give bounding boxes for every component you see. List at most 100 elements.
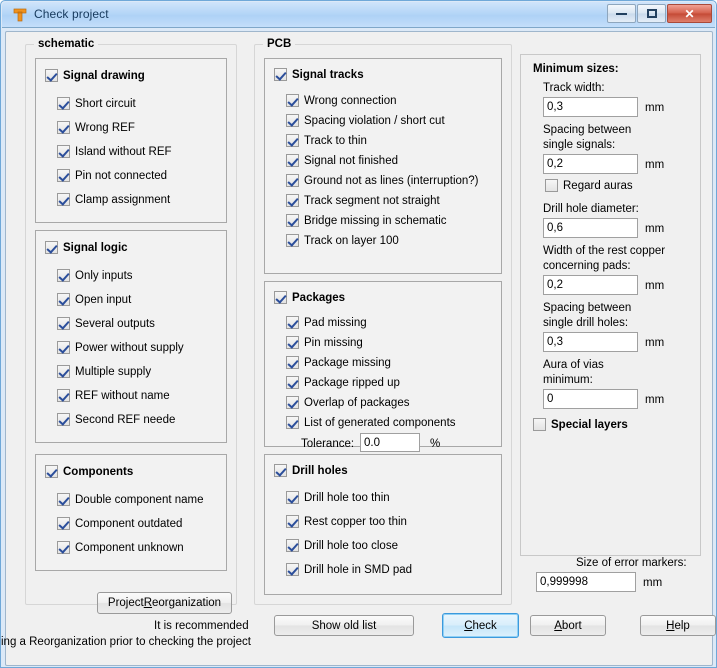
checkbox-bridge-missing-in-schematic[interactable]: Bridge missing in schematic (286, 214, 447, 227)
checkbox-icon (286, 316, 299, 329)
checkbox-spacing-violation[interactable]: Spacing violation / short cut (286, 114, 445, 127)
checkbox-only-inputs[interactable]: Only inputs (57, 269, 133, 282)
checkbox-track-to-thin[interactable]: Track to thin (286, 134, 367, 147)
rest-copper-width-input[interactable]: 0,2 (543, 275, 638, 295)
checkbox-overlap-of-packages[interactable]: Overlap of packages (286, 396, 409, 409)
track-width-unit: mm (645, 102, 665, 114)
maximize-button[interactable] (637, 4, 666, 23)
checkbox-icon (274, 291, 287, 304)
close-button[interactable]: ✕ (667, 4, 712, 23)
signal-drawing-panel: Signal drawing Short circuit Wrong REF I… (35, 58, 227, 223)
checkbox-multiple-supply[interactable]: Multiple supply (57, 365, 151, 378)
project-reorganization-button[interactable]: ProjectReorganization (97, 592, 232, 614)
drill-holes-panel: Drill holes Drill hole too thin Rest cop… (264, 454, 502, 595)
checkbox-label: Double component name (75, 493, 204, 506)
checkbox-packages[interactable]: Packages (274, 291, 345, 304)
check-button[interactable]: Check (442, 613, 519, 638)
tolerance-label: Tolerance: (301, 438, 355, 450)
checkbox-icon (286, 194, 299, 207)
checkbox-drill-hole-too-close[interactable]: Drill hole too close (286, 539, 398, 552)
checkbox-label: Components (63, 465, 134, 478)
checkbox-regard-auras[interactable]: Regard auras (545, 179, 633, 192)
checkbox-island-without-ref[interactable]: Island without REF (57, 145, 172, 158)
track-width-input[interactable]: 0,3 (543, 97, 638, 117)
help-button[interactable]: Help (640, 615, 716, 636)
checkbox-icon (57, 341, 70, 354)
checkbox-signal-drawing[interactable]: Signal drawing (45, 69, 145, 82)
checkbox-label: Ground not as lines (interruption?) (304, 174, 479, 187)
checkbox-short-circuit[interactable]: Short circuit (57, 97, 136, 110)
checkbox-icon (286, 234, 299, 247)
abort-button[interactable]: Abort (530, 615, 606, 636)
checkbox-signal-logic[interactable]: Signal logic (45, 241, 128, 254)
aura-of-vias-input[interactable]: 0 (543, 389, 638, 409)
rest-copper-width-label-line2: concerning pads: (543, 260, 631, 272)
dialog-client-area: schematic Signal drawing Short circuit W… (1, 31, 716, 666)
checkbox-component-unknown[interactable]: Component unknown (57, 541, 184, 554)
drill-hole-diameter-input[interactable]: 0,6 (543, 218, 638, 238)
project-reorganization-label: ProjectReorganization (107, 597, 222, 609)
aura-of-vias-label-line1: Aura of vias (543, 359, 604, 371)
error-marker-size-input[interactable]: 0,999998 (536, 572, 636, 592)
checkbox-icon (57, 121, 70, 134)
checkbox-open-input[interactable]: Open input (57, 293, 131, 306)
spacing-drill-holes-label-line2: single drill holes: (543, 317, 629, 329)
checkbox-icon (57, 413, 70, 426)
checkbox-list-of-generated-components[interactable]: List of generated components (286, 416, 456, 429)
spacing-signals-unit: mm (645, 159, 665, 171)
checkbox-package-ripped-up[interactable]: Package ripped up (286, 376, 400, 389)
maximize-icon (646, 9, 657, 18)
checkbox-signal-not-finished[interactable]: Signal not finished (286, 154, 398, 167)
spacing-signals-input[interactable]: 0,2 (543, 154, 638, 174)
schematic-group-title: schematic (34, 38, 99, 50)
minimize-button[interactable] (607, 4, 636, 23)
checkbox-icon (57, 317, 70, 330)
checkbox-pin-missing[interactable]: Pin missing (286, 336, 363, 349)
spacing-drill-holes-label-line1: Spacing between (543, 302, 632, 314)
checkbox-icon (286, 134, 299, 147)
aura-of-vias-label-line2: minimum: (543, 374, 593, 386)
checkbox-rest-copper-too-thin[interactable]: Rest copper too thin (286, 515, 407, 528)
checkbox-wrong-connection[interactable]: Wrong connection (286, 94, 396, 107)
checkbox-component-outdated[interactable]: Component outdated (57, 517, 182, 530)
checkbox-double-component-name[interactable]: Double component name (57, 493, 204, 506)
checkbox-label: Pin not connected (75, 169, 168, 182)
checkbox-components[interactable]: Components (45, 465, 133, 478)
checkbox-icon (286, 416, 299, 429)
checkbox-second-ref-neede[interactable]: Second REF neede (57, 413, 175, 426)
spacing-drill-holes-input[interactable]: 0,3 (543, 332, 638, 352)
checkbox-label: Wrong connection (304, 94, 397, 107)
checkbox-pin-not-connected[interactable]: Pin not connected (57, 169, 167, 182)
checkbox-label: Component unknown (75, 541, 184, 554)
checkbox-drill-hole-too-thin[interactable]: Drill hole too thin (286, 491, 390, 504)
checkbox-power-without-supply[interactable]: Power without supply (57, 341, 184, 354)
tolerance-unit: % (430, 438, 441, 450)
signal-logic-panel: Signal logic Only inputs Open input Seve… (35, 230, 227, 443)
checkbox-drill-hole-in-smd-pad[interactable]: Drill hole in SMD pad (286, 563, 412, 576)
checkbox-track-on-layer-100[interactable]: Track on layer 100 (286, 234, 399, 247)
checkbox-icon (286, 114, 299, 127)
checkbox-label: Several outputs (75, 317, 155, 330)
check-label: Check (464, 619, 497, 632)
checkbox-wrong-ref[interactable]: Wrong REF (57, 121, 135, 134)
checkbox-icon (286, 376, 299, 389)
checkbox-several-outputs[interactable]: Several outputs (57, 317, 155, 330)
spacing-drill-holes-unit: mm (645, 337, 665, 349)
checkbox-signal-tracks[interactable]: Signal tracks (274, 68, 364, 81)
checkbox-icon (286, 563, 299, 576)
checkbox-ref-without-name[interactable]: REF without name (57, 389, 170, 402)
checkbox-track-segment-not-straight[interactable]: Track segment not straight (286, 194, 440, 207)
checkbox-label: Bridge missing in schematic (304, 214, 447, 227)
checkbox-label: Drill hole too close (304, 539, 398, 552)
checkbox-label: Packages (292, 291, 346, 304)
checkbox-pad-missing[interactable]: Pad missing (286, 316, 367, 329)
tolerance-input[interactable]: 0.0 (360, 433, 420, 452)
checkbox-label: Pin missing (304, 336, 363, 349)
checkbox-package-missing[interactable]: Package missing (286, 356, 391, 369)
checkbox-ground-not-as-lines[interactable]: Ground not as lines (interruption?) (286, 174, 479, 187)
checkbox-label: Component outdated (75, 517, 183, 530)
show-old-list-button[interactable]: Show old list (274, 615, 414, 636)
checkbox-special-layers[interactable]: Special layers (533, 418, 628, 431)
checkbox-clamp-assignment[interactable]: Clamp assignment (57, 193, 170, 206)
checkbox-drill-holes[interactable]: Drill holes (274, 464, 348, 477)
